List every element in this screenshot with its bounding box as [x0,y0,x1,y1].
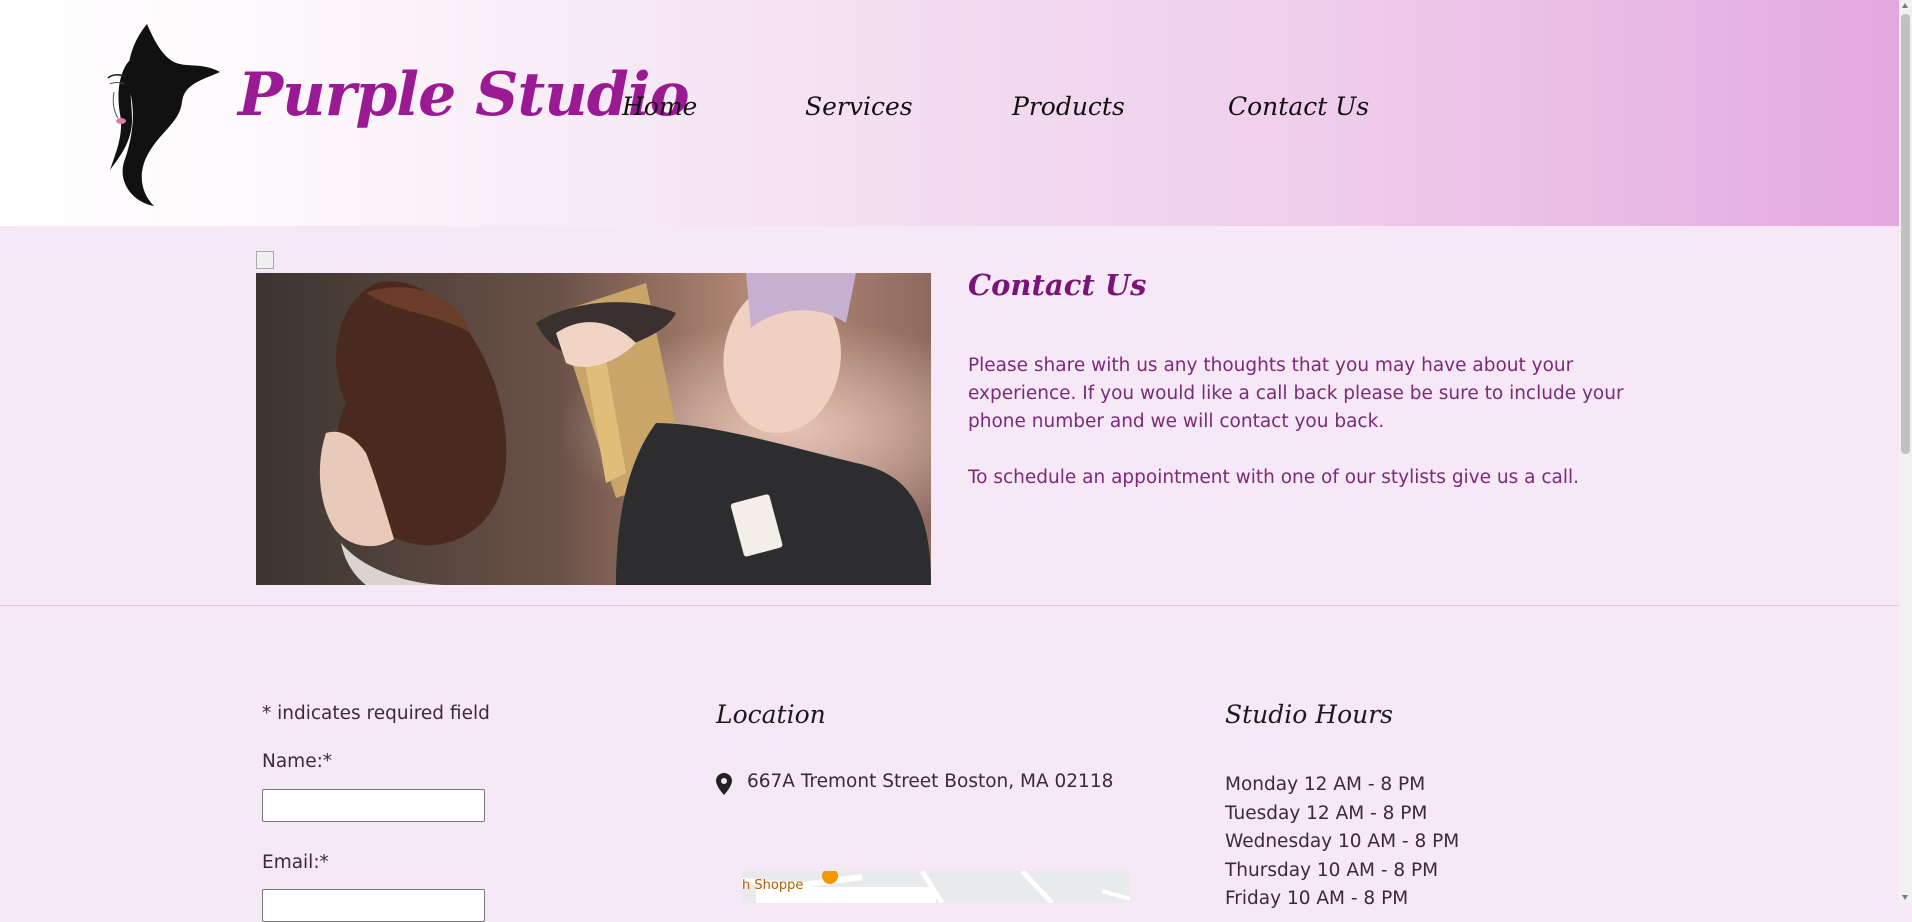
hours-friday: Friday 10 AM - 8 PM [1225,888,1409,909]
required-note: * indicates required field [262,703,490,724]
contact-title: Contact Us [968,268,1147,302]
contact-paragraph-1: Please share with us any thoughts that y… [968,355,1624,432]
hours-title: Studio Hours [1225,700,1394,729]
nav-home[interactable]: Home [622,92,697,121]
salon-stylist-photo [256,273,931,585]
name-label: Name:* [262,751,333,772]
site-header: Purple Studio Home Services Products Con… [0,0,1899,226]
broken-image-icon [256,251,274,269]
logo-woman-silhouette-icon[interactable] [102,22,222,208]
hours-monday: Monday 12 AM - 8 PM [1225,774,1426,795]
contact-intro: Please share with us any thoughts that y… [968,352,1628,520]
scroll-down-icon[interactable] [1902,895,1908,900]
nav-services[interactable]: Services [805,92,913,121]
hours-tuesday: Tuesday 12 AM - 8 PM [1225,802,1428,824]
location-address: 667A Tremont Street Boston, MA 02118 [747,771,1114,792]
map-place-label: h Shoppe [742,878,803,893]
nav-contact-us[interactable]: Contact Us [1228,92,1369,121]
scroll-thumb[interactable] [1901,14,1910,454]
hours-thursday: Thursday 10 AM - 8 PM [1225,859,1439,881]
section-divider [0,605,1899,606]
email-label: Email:* [262,852,329,873]
email-input[interactable] [262,889,485,922]
brand-name[interactable]: Purple Studio [238,60,690,130]
nav-products[interactable]: Products [1012,92,1125,121]
location-map[interactable]: h Shoppe [742,871,1130,903]
page-scrollbar[interactable] [1899,0,1912,903]
name-input[interactable] [262,789,485,822]
hours-wednesday: Wednesday 10 AM - 8 PM [1225,831,1460,852]
studio-hours-list: Monday 12 AM - 8 PM Tuesday 12 AM - 8 PM… [1225,771,1459,914]
location-title: Location [716,700,826,729]
scroll-up-icon[interactable] [1902,3,1908,8]
contact-paragraph-2: To schedule an appointment with one of o… [968,467,1580,488]
map-pin-icon [716,773,732,795]
